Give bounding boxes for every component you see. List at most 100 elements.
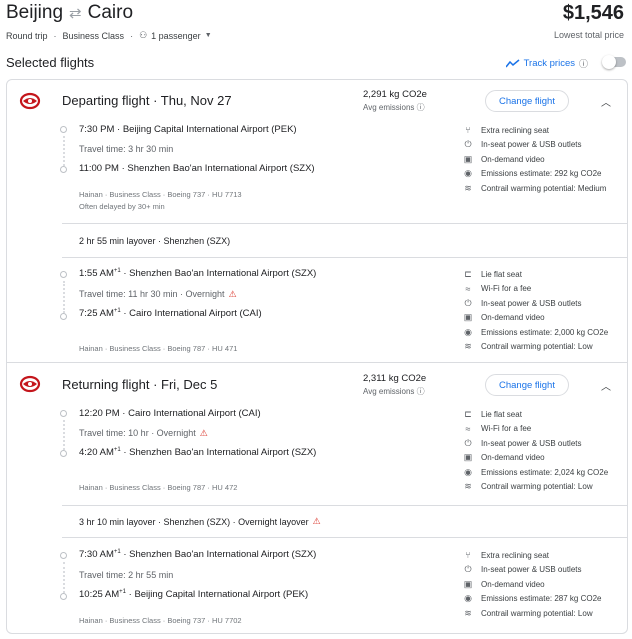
flight-meta: Hainan · Business Class · Boeing 737 · H… (79, 616, 242, 625)
power-icon: ⏻ (464, 564, 472, 575)
collapse-chevron-icon[interactable]: ︿ (601, 94, 611, 109)
departure-dot (60, 271, 67, 278)
warning-icon: ⚠ (228, 289, 237, 299)
day-offset: +1 (113, 447, 121, 453)
layover-text: 3 hr 10 min layover · Shenzhen (SZX) · O… (79, 516, 309, 527)
amenities-list: ⊏ Lie flat seat ≈ Wi-Fi for a fee ⏻ In-seat… (463, 267, 608, 354)
destination-city: Cairo (87, 2, 134, 23)
collapse-chevron-icon[interactable]: ︿ (601, 378, 611, 393)
departure-airport: Beijing Capital International Airport (P… (122, 124, 297, 135)
flight-direction: Returning flight (62, 377, 150, 392)
layover-info: 3 hr 10 min layover · Shenzhen (SZX) · O… (79, 516, 321, 527)
warning-icon: ⚠ (312, 516, 321, 526)
amenity-item: ⏻ In-seat power & USB outlets (463, 138, 606, 153)
amenity-text: Wi-Fi for a fee (481, 284, 532, 294)
flight-date: Fri, Dec 5 (161, 377, 218, 392)
departure-row: 7:30 PM · Beijing Capital International … (79, 124, 297, 135)
travel-time: Travel time: 3 hr 30 min (79, 144, 174, 154)
wifi-icon: ≈ (465, 283, 471, 294)
flight-meta: Hainan · Business Class · Boeing 787 · H… (79, 344, 238, 353)
amenity-item: ⑂ Extra reclining seat (463, 123, 606, 138)
amenity-text: Emissions estimate: 2,000 kg CO2e (481, 327, 609, 337)
cabin-class[interactable]: Business Class (63, 31, 125, 41)
trend-icon (505, 59, 520, 68)
departure-airport: Shenzhen Bao'an International Airport (S… (129, 549, 317, 561)
change-flight-button[interactable]: Change flight (485, 374, 569, 396)
amenity-text: Contrail warming potential: Low (481, 342, 593, 352)
emissions-label: Avg emissions (363, 387, 415, 396)
video-icon: ▣ (463, 312, 473, 323)
info-icon: ⓘ (416, 103, 425, 112)
departure-time: 7:30 PM (79, 124, 115, 135)
amenity-item: ▣ On-demand video (463, 311, 608, 326)
amenity-item: ≋ Contrail warming potential: Medium (463, 181, 606, 196)
trip-type[interactable]: Round trip (6, 31, 48, 41)
amenity-text: In-seat power & USB outlets (481, 438, 582, 448)
person-icon: ⚇ (139, 30, 148, 40)
day-offset: +1 (119, 589, 126, 595)
amenity-item: ≋ Contrail warming potential: Low (463, 340, 608, 355)
section-title: Selected flights (6, 55, 95, 70)
amenity-item: ≋ Contrail warming potential: Low (463, 480, 608, 495)
flat-seat-icon: ⊏ (464, 408, 472, 419)
globe-icon: ◉ (464, 168, 472, 179)
track-prices-toggle[interactable] (602, 55, 626, 69)
day-offset: +1 (113, 268, 121, 274)
travel-time-row: Travel time: 11 hr 30 min · Overnight ⚠ (79, 289, 237, 300)
amenities-list: ⊏ Lie flat seat ≈ Wi-Fi for a fee ⏻ In-seat… (463, 407, 608, 494)
amenity-text: On-demand video (481, 579, 545, 589)
total-price: $1,546 (562, 2, 624, 24)
route-line (63, 281, 65, 313)
amenity-text: Wi-Fi for a fee (481, 424, 532, 434)
returning-flight-card: Returning flight · Fri, Dec 5 2,311 kg C… (6, 362, 628, 634)
divider (62, 223, 627, 224)
amenity-text: On-demand video (481, 453, 545, 463)
track-prices-link[interactable]: Track prices ⓘ (505, 57, 588, 70)
day-offset: +1 (113, 549, 121, 555)
amenity-item: ⏻ In-seat power & USB outlets (463, 296, 608, 311)
info-icon: ⓘ (416, 387, 425, 396)
contrail-icon: ≋ (464, 341, 472, 352)
departing-flight-card: Departing flight · Thu, Nov 27 2,291 kg … (6, 79, 628, 363)
airline-logo-icon (19, 375, 41, 393)
departure-row: 12:20 PM · Cairo International Airport (… (79, 408, 261, 419)
flat-seat-icon: ⊏ (464, 268, 472, 279)
departure-dot (60, 126, 67, 133)
departure-airport: Cairo International Airport (CAI) (128, 408, 261, 419)
departure-row: 7:30 AM+1 · Shenzhen Bao'an Internationa… (79, 549, 317, 561)
emissions-label: Avg emissions (363, 103, 415, 112)
departure-dot (60, 410, 67, 417)
amenity-item: ⊏ Lie flat seat (463, 407, 608, 422)
amenity-item: ◉ Emissions estimate: 287 kg CO2e (463, 592, 601, 607)
change-flight-button[interactable]: Change flight (485, 90, 569, 112)
amenity-text: On-demand video (481, 313, 545, 323)
origin-city: Beijing (6, 2, 64, 23)
departure-airport: Shenzhen Bao'an International Airport (S… (129, 268, 317, 280)
route-line (63, 136, 65, 166)
amenity-text: Contrail warming potential: Low (481, 608, 593, 618)
globe-icon: ◉ (464, 593, 472, 604)
amenities-list: ⑂ Extra reclining seat ⏻ In-seat power & U… (463, 548, 602, 621)
amenity-text: Extra reclining seat (481, 125, 550, 135)
flight-meta: Hainan · Business Class · Boeing 737 · H… (79, 190, 242, 199)
passenger-count: 1 passenger (151, 30, 201, 41)
arrival-time: 10:25 AM (79, 589, 120, 601)
flight-meta: Hainan · Business Class · Boeing 787 · H… (79, 483, 238, 492)
amenity-text: Lie flat seat (481, 409, 522, 419)
departure-time: 7:30 AM (79, 549, 114, 561)
flight-date: Thu, Nov 27 (160, 93, 232, 108)
airline-logo-icon (19, 92, 41, 110)
amenity-item: ◉ Emissions estimate: 292 kg CO2e (463, 167, 606, 182)
swap-arrows-icon: ⇄ (69, 5, 82, 22)
divider (62, 257, 627, 258)
route-line (63, 420, 65, 450)
passenger-selector[interactable]: ⚇ 1 passenger ▼ (139, 30, 212, 41)
amenity-item: ▣ On-demand video (463, 577, 602, 592)
arrival-airport: Beijing Capital International Airport (P… (134, 589, 309, 601)
emissions-total: 2,291 kg CO2e (363, 89, 427, 100)
globe-icon: ◉ (464, 326, 472, 337)
amenity-text: Emissions estimate: 2,024 kg CO2e (481, 467, 609, 477)
power-icon: ⏻ (464, 437, 472, 448)
amenity-item: ≈ Wi-Fi for a fee (463, 422, 608, 437)
wifi-icon: ≈ (465, 423, 471, 434)
